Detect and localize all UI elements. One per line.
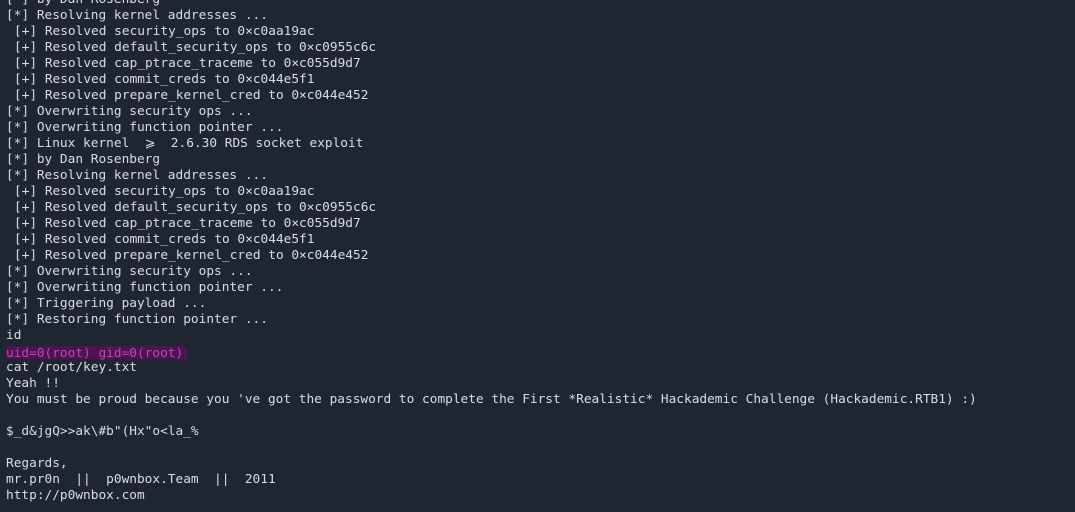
terminal-line: Regards, xyxy=(6,456,68,471)
terminal-line: cat /root/key.txt xyxy=(6,360,137,375)
terminal-line: [*] by Dan Rosenberg xyxy=(6,0,1075,8)
terminal-line: $_d&jgQ>>ak\#b"(Hx"o<la_% xyxy=(6,424,199,439)
terminal-line: [*] Resolving kernel addresses ... xyxy=(6,8,268,23)
terminal-line: [+] Resolved cap_ptrace_traceme to 0×c05… xyxy=(14,216,361,231)
terminal-line: [*] Triggering payload ... xyxy=(6,296,207,311)
terminal-line: [*] Linux kernel ⩾ 2.6.30 RDS socket exp… xyxy=(6,136,364,151)
terminal-line: [+] Resolved security_ops to 0×c0aa19ac xyxy=(14,184,315,199)
terminal-line: [+] Resolved prepare_kernel_cred to 0×c0… xyxy=(14,88,369,103)
terminal-output: [*] by Dan Rosenberg[*] Resolving kernel… xyxy=(6,0,1075,504)
terminal-line: [*] by Dan Rosenberg xyxy=(6,152,161,167)
root-uid-highlight: uid=0(root) gid=0(root) xyxy=(6,346,188,360)
terminal-line: [+] Resolved commit_creds to 0×c044e5f1 xyxy=(14,232,315,247)
terminal-line: id xyxy=(6,328,22,343)
terminal-line: [*] Overwriting function pointer ... xyxy=(6,280,284,295)
terminal-line: You must be proud because you 've got th… xyxy=(6,392,977,407)
terminal-line: mr.pr0n || p0wnbox.Team || 2011 xyxy=(6,472,276,487)
terminal-window[interactable]: [*] by Dan Rosenberg[*] Resolving kernel… xyxy=(0,0,1075,512)
terminal-line: [*] Restoring function pointer ... xyxy=(6,312,268,327)
terminal-line: [+] Resolved security_ops to 0×c0aa19ac xyxy=(14,24,315,39)
terminal-line: [+] Resolved cap_ptrace_traceme to 0×c05… xyxy=(14,56,361,71)
terminal-line: [+] Resolved default_security_ops to 0×c… xyxy=(14,40,377,55)
terminal-line: [*] Overwriting security ops ... xyxy=(6,264,253,279)
terminal-line: [*] Overwriting function pointer ... xyxy=(6,120,284,135)
terminal-line: [*] Overwriting security ops ... xyxy=(6,104,253,119)
terminal-line: Yeah !! xyxy=(6,376,60,391)
terminal-line: http://p0wnbox.com xyxy=(6,488,145,503)
terminal-line: [+] Resolved prepare_kernel_cred to 0×c0… xyxy=(14,248,369,263)
terminal-line: [+] Resolved commit_creds to 0×c044e5f1 xyxy=(14,72,315,87)
terminal-line: [+] Resolved default_security_ops to 0×c… xyxy=(14,200,377,215)
terminal-line: [*] Resolving kernel addresses ... xyxy=(6,168,268,183)
command-output-highlighted: uid=0(root) gid=0(root) xyxy=(6,344,1075,360)
